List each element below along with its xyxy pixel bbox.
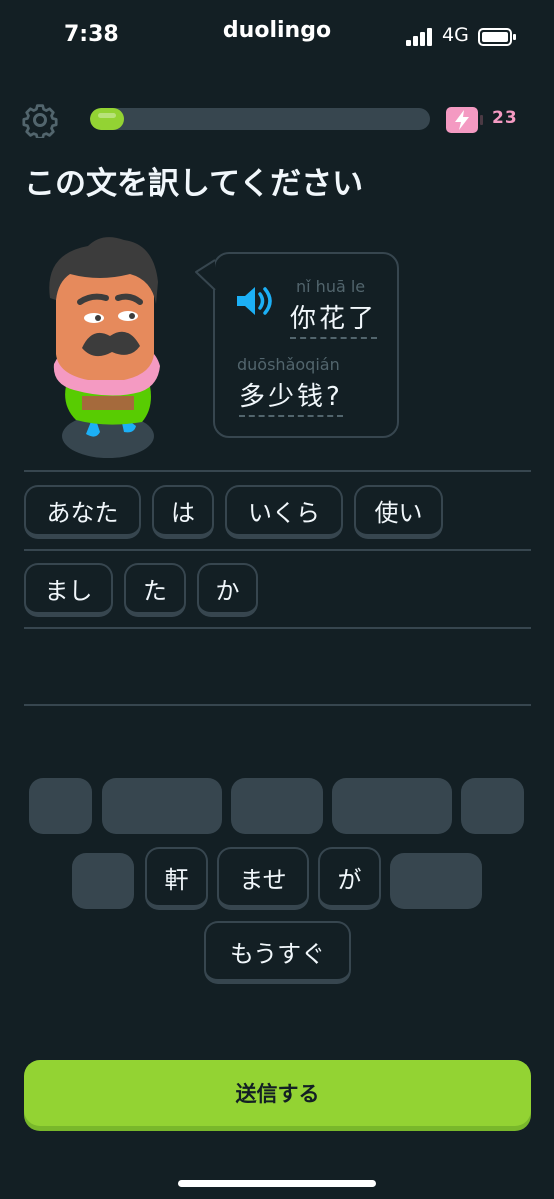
settings-gear-icon[interactable] [22,102,58,140]
instruction-title: この文を訳してください [24,166,364,202]
energy-count: 23 [492,108,518,128]
used-word-slot [72,853,134,909]
answer-tile[interactable]: か [197,563,258,617]
answer-tile[interactable]: まし [24,563,113,617]
answer-line [24,627,531,629]
pinyin-line-1: nǐ huā le [296,277,366,296]
submit-button[interactable]: 送信する [24,1060,531,1126]
answer-tile[interactable]: は [152,485,214,539]
app-title: duolingo [222,18,332,43]
answer-line [24,704,531,706]
battery-icon [478,28,516,46]
answer-tile[interactable]: た [124,563,186,617]
home-indicator [178,1180,376,1187]
pinyin-line-2: duōshǎoqián [237,355,340,374]
used-word-slot [231,778,323,834]
speech-bubble-tail [194,256,224,298]
answer-line [24,549,531,551]
character-illustration [36,236,176,466]
word-bank-tile[interactable]: が [318,847,381,910]
hanzi-line-2[interactable]: 多少钱? [239,376,343,417]
used-word-slot [102,778,222,834]
hanzi-line-1[interactable]: 你花了 [290,298,378,339]
used-word-slot [29,778,92,834]
signal-icon [406,28,436,46]
word-bank-tile[interactable]: 軒 [145,847,208,910]
progress-fill [90,108,124,130]
network-label: 4G [442,24,469,46]
used-word-slot [461,778,524,834]
word-bank-tile[interactable]: もうすぐ [204,921,351,984]
answer-line [24,470,531,472]
answer-tile[interactable]: あなた [24,485,141,539]
lesson-progress-bar [90,108,430,130]
word-bank-tile[interactable]: ませ [217,847,309,910]
speaker-icon[interactable] [234,284,274,318]
answer-tile[interactable]: いくら [225,485,343,539]
energy-battery-icon[interactable] [446,107,483,133]
answer-tile[interactable]: 使い [354,485,443,539]
used-word-slot [390,853,482,909]
used-word-slot [332,778,452,834]
